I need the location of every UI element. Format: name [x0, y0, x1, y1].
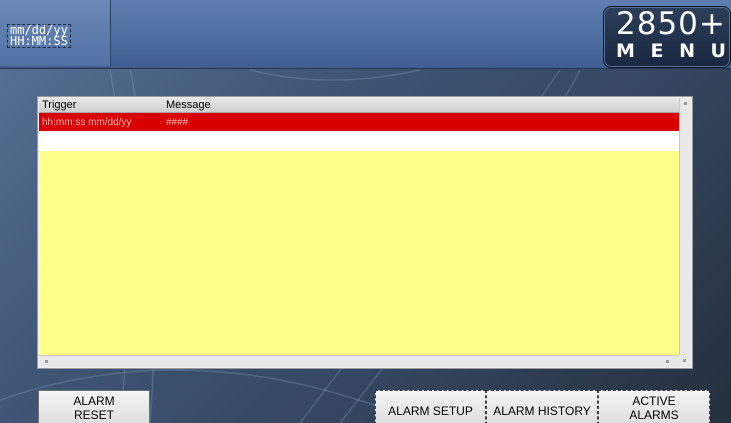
cell-trigger: hh:mm:ss mm/dd/yy [42, 117, 132, 128]
table-header: Trigger Message [39, 98, 681, 113]
alarm-reset-label-line1: ALARM [73, 394, 115, 408]
menu-letter-e: E [650, 40, 664, 62]
scrollbar-corner [679, 355, 691, 367]
scroll-down-icon[interactable] [683, 359, 686, 362]
alarm-reset-label-line2: RESET [73, 408, 114, 422]
alarm-setup-button[interactable]: ALARM SETUP [375, 390, 486, 423]
model-number: 2850+ [616, 6, 726, 42]
time-display: HH:MM:SS [10, 34, 68, 48]
scroll-up-icon[interactable] [684, 102, 687, 105]
menu-letter-n: N [679, 40, 695, 62]
top-bar: mm/dd/yy HH:MM:SS 2850+ M E N U [0, 0, 731, 69]
vertical-scrollbar[interactable] [679, 98, 691, 356]
table-row-empty[interactable] [39, 131, 681, 151]
alarm-reset-button[interactable]: ALARM RESET [38, 390, 150, 423]
alarm-history-label: ALARM HISTORY [493, 404, 591, 418]
menu-button[interactable]: 2850+ M E N U [603, 6, 731, 68]
scroll-right-icon[interactable] [666, 360, 669, 363]
menu-letter-m: M [616, 40, 635, 62]
scroll-left-icon[interactable] [45, 360, 48, 363]
column-header-message[interactable]: Message [166, 99, 211, 111]
alarm-history-button[interactable]: ALARM HISTORY [486, 390, 598, 423]
horizontal-scrollbar[interactable] [39, 355, 681, 367]
table-row[interactable]: hh:mm:ss mm/dd/yy #### [39, 113, 681, 131]
column-header-trigger[interactable]: Trigger [42, 99, 76, 111]
alarm-setup-label: ALARM SETUP [388, 404, 473, 418]
alarm-screen: mm/dd/yy HH:MM:SS 2850+ M E N U Trigger … [0, 0, 731, 423]
alarm-table[interactable]: Trigger Message hh:mm:ss mm/dd/yy #### [37, 96, 693, 369]
active-alarms-label-line1: ACTIVE [632, 394, 676, 408]
menu-label: M E N U [616, 40, 726, 62]
table-body[interactable] [39, 151, 681, 357]
datetime-display: mm/dd/yy HH:MM:SS [7, 24, 71, 48]
cell-message: #### [166, 117, 189, 128]
active-alarms-button[interactable]: ACTIVE ALARMS [598, 390, 710, 423]
datetime-panel: mm/dd/yy HH:MM:SS [0, 0, 111, 66]
menu-letter-u: U [710, 40, 726, 62]
active-alarms-label-line2: ALARMS [629, 408, 679, 422]
